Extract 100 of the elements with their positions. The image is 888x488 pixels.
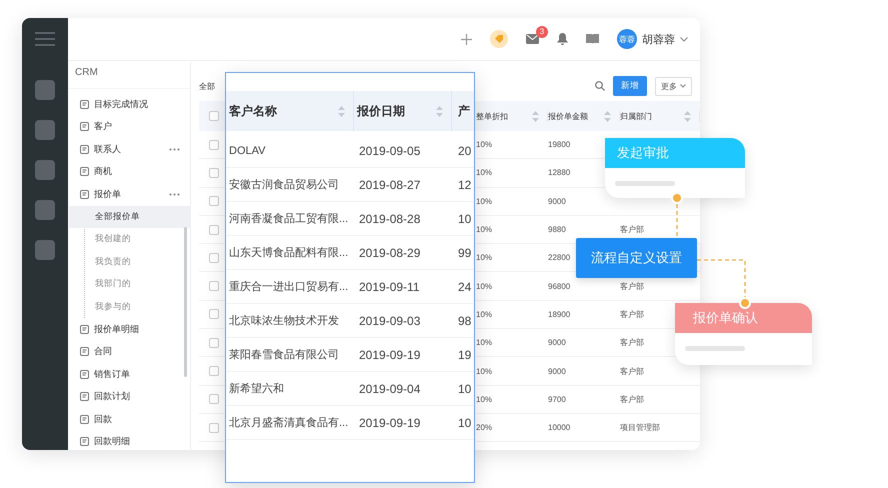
notification-badge: 3: [536, 26, 548, 38]
document-icon: [80, 414, 89, 424]
plus-icon[interactable]: [461, 34, 472, 44]
table-cell: 客户部: [620, 366, 644, 377]
connector-line: [697, 259, 746, 297]
document-icon: [80, 392, 89, 402]
nav-subitem[interactable]: 我参与的: [69, 296, 190, 318]
table-cell: 10%: [476, 225, 492, 234]
checkbox[interactable]: [209, 252, 219, 263]
table-cell: 10%: [476, 168, 492, 178]
checkbox[interactable]: [209, 281, 219, 292]
sort-icon[interactable]: [604, 110, 611, 122]
more-icon[interactable]: [169, 192, 180, 196]
table-cell-text: 98: [457, 314, 472, 328]
nav-item[interactable]: 回款明细: [68, 430, 190, 450]
table-cell: 客户部: [620, 224, 644, 236]
table-cell: 10%: [476, 366, 492, 376]
document-icon: [80, 324, 89, 334]
table-cell: 19800: [548, 140, 570, 150]
nav-item[interactable]: 报价单明细: [68, 318, 190, 340]
mail-icon[interactable]: [526, 34, 539, 44]
more-icon[interactable]: [169, 148, 180, 151]
nav-item[interactable]: 合同: [68, 340, 190, 363]
tag-icon[interactable]: [490, 30, 508, 48]
table-cell-text: 2019-09-04: [358, 382, 422, 396]
checkbox[interactable]: [209, 366, 219, 376]
checkbox[interactable]: [209, 196, 219, 206]
nav-item[interactable]: 联系人: [68, 138, 190, 160]
connector-dot: [739, 297, 751, 309]
nav-subitem[interactable]: 我创建的: [69, 228, 190, 250]
document-icon: [80, 347, 89, 356]
table-cell-text: 莱阳春雪食品有限公司: [228, 348, 340, 362]
table-cell-text: 2019-09-11: [358, 280, 420, 294]
column-header[interactable]: 产: [452, 102, 474, 120]
table-cell: 96800: [548, 282, 570, 291]
bell-icon[interactable]: [557, 33, 568, 45]
sort-icon[interactable]: [684, 110, 691, 122]
table-cell: 10%: [476, 196, 492, 206]
search-icon[interactable]: [595, 81, 605, 91]
scrollbar[interactable]: [184, 227, 187, 377]
table-cell: 10%: [476, 282, 492, 291]
app-icon[interactable]: [35, 120, 55, 140]
table-cell: 22800: [548, 253, 570, 262]
table-cell-text: 2019-09-19: [358, 416, 422, 430]
table-cell: 10%: [476, 338, 492, 348]
sort-icon[interactable]: [338, 106, 345, 116]
nav-item[interactable]: 商机: [68, 160, 190, 183]
column-header[interactable]: 整单折扣: [476, 110, 508, 122]
table-cell-text: 河南香凝食品工贸有限...: [228, 212, 350, 226]
table-cell-text: 10: [457, 382, 472, 396]
table-cell-text: 2019-09-05: [358, 144, 422, 158]
table-cell-text: 2019-08-27: [358, 178, 422, 192]
checkbox[interactable]: [209, 338, 219, 348]
user-name[interactable]: 胡蓉蓉: [642, 32, 675, 46]
nav-item[interactable]: 销售订单: [68, 363, 190, 386]
nav-subitem[interactable]: 全部报价单: [69, 206, 190, 228]
nav-item[interactable]: 回款: [68, 408, 190, 430]
table-cell: 9000: [548, 196, 566, 206]
filter-label[interactable]: 全部: [199, 80, 215, 92]
column-header[interactable]: 报价单金额: [548, 110, 588, 122]
checkbox[interactable]: [209, 394, 219, 404]
connector-line: [676, 204, 678, 238]
checkbox[interactable]: [209, 309, 219, 320]
sort-icon[interactable]: [532, 110, 539, 122]
checkbox[interactable]: [209, 140, 219, 150]
table-cell: 10%: [476, 140, 492, 150]
checkbox[interactable]: [209, 168, 219, 178]
column-header[interactable]: 客户名称: [229, 102, 277, 120]
document-icon: [80, 100, 89, 109]
chevron-down-icon[interactable]: [680, 36, 688, 42]
checkbox[interactable]: [209, 111, 219, 121]
app-icon[interactable]: [35, 240, 55, 260]
nav-item[interactable]: 回款计划: [68, 386, 190, 408]
more-dropdown[interactable]: 更多: [655, 76, 692, 96]
nav-subitem[interactable]: 我负责的: [69, 250, 190, 273]
nav-item[interactable]: 目标完成情况: [68, 93, 190, 116]
table-cell-text: 19: [457, 348, 472, 362]
document-icon: [80, 437, 89, 446]
menu-icon[interactable]: [35, 32, 55, 46]
checkbox[interactable]: [209, 422, 219, 433]
table-cell: 项目管理部: [620, 422, 660, 434]
column-header[interactable]: 报价日期: [357, 102, 405, 120]
nav-subitem[interactable]: 我部门的: [69, 273, 190, 296]
table-cell-text: 20: [457, 144, 472, 158]
document-icon: [80, 122, 89, 132]
nav-item[interactable]: 报价单: [68, 183, 190, 206]
app-icon[interactable]: [35, 200, 55, 220]
table-cell: 9000: [548, 338, 566, 348]
app-icon[interactable]: [35, 80, 55, 100]
checkbox[interactable]: [209, 224, 219, 235]
sort-icon[interactable]: [436, 106, 443, 116]
table-cell-text: DOLAV: [228, 144, 266, 156]
app-icon[interactable]: [35, 160, 55, 180]
nav-title: CRM: [68, 67, 190, 89]
flow-card-title: 报价单确认: [675, 303, 812, 333]
table-cell-text: 山东天博食品配料有限...: [228, 246, 350, 260]
book-icon[interactable]: [586, 34, 599, 44]
nav-item[interactable]: 客户: [68, 116, 190, 138]
table-cell-text: 北京月盛斋清真食品有...: [228, 416, 350, 430]
column-header[interactable]: 归属部门: [620, 110, 652, 122]
